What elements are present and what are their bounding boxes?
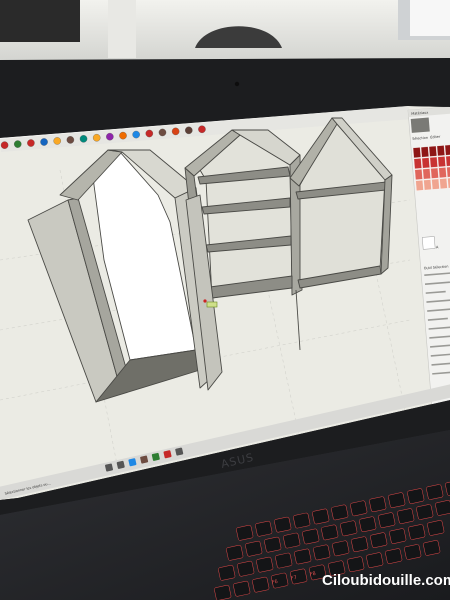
color-swatch[interactable] [430,167,439,179]
keyboard-key[interactable] [426,484,444,500]
keyboard-key[interactable] [226,545,244,561]
middle-unit-back [199,134,293,299]
monitor-left [0,0,80,42]
keyboard-key[interactable] [423,540,441,556]
color-swatch[interactable] [428,145,437,157]
keyboard-key[interactable] [275,552,293,569]
keyboard-key[interactable] [321,524,339,541]
keyboard-key[interactable] [256,556,274,573]
photo-scene: ASUS F6F7F8 Fenêtres Aide [0,0,450,600]
color-swatch[interactable] [413,158,422,169]
keyboard-key[interactable] [397,508,415,524]
keyboard-key[interactable] [313,544,331,561]
keyboard-key[interactable] [385,548,403,564]
keyboard-key[interactable] [347,556,365,573]
webcam [234,81,240,87]
keyboard-key[interactable] [427,520,445,536]
color-swatch[interactable] [414,169,423,180]
keyboard-key[interactable] [366,552,384,568]
panel-tab-edit[interactable]: Éditer [430,134,441,140]
function-key-label: F7 [290,575,297,582]
keyboard-key[interactable] [302,528,320,545]
keyboard-key[interactable] [340,520,358,537]
keyboard-key[interactable] [331,504,349,521]
keyboard-key[interactable] [388,492,406,508]
function-key-label: F8 [309,571,316,578]
color-swatch[interactable] [415,180,424,191]
color-swatch[interactable] [412,147,421,159]
color-swatch[interactable] [423,179,432,191]
color-swatch[interactable] [431,178,440,190]
keyboard-key[interactable] [312,508,330,525]
keyboard-key[interactable] [404,544,422,560]
keyboard-key[interactable] [378,512,396,528]
color-swatch[interactable] [437,156,446,168]
keyboard-key[interactable] [255,520,273,537]
function-key-label: F6 [271,579,278,586]
keyboard-key[interactable] [408,524,426,540]
keyboard-key[interactable] [245,540,263,557]
keyboard-key[interactable] [233,580,251,597]
color-swatch[interactable] [421,157,430,169]
keyboard-key[interactable] [369,496,387,513]
color-swatch[interactable] [445,155,450,167]
color-swatch[interactable] [438,167,447,179]
keyboard-key[interactable] [294,548,312,565]
color-swatch[interactable] [436,145,445,157]
keyboard-key[interactable] [350,500,368,517]
keyboard-key[interactable] [274,516,292,533]
color-swatch[interactable] [439,178,448,189]
keyboard-key[interactable] [370,532,388,548]
keyboard-key[interactable] [236,525,254,541]
material-preview [410,117,430,133]
keyboard-key[interactable] [416,504,434,520]
color-swatch[interactable] [422,168,431,180]
keyboard-key[interactable] [293,512,311,529]
color-swatch[interactable] [420,146,429,158]
keyboard-key[interactable] [237,560,255,577]
white-pillar [108,0,136,58]
watermark-text: Ciloubidouille.com [322,572,450,589]
color-swatch[interactable] [429,156,438,168]
preview-box [422,236,436,250]
keyboard-key[interactable] [252,576,270,593]
color-swatch[interactable] [444,144,450,156]
keyboard-key[interactable] [332,540,350,557]
keyboard-key[interactable] [351,536,369,553]
keyboard-key[interactable] [389,528,407,544]
keyboard-key[interactable] [407,488,425,504]
keyboard-key[interactable] [218,565,236,581]
keyboard-key[interactable] [359,516,377,533]
keyboard-key[interactable] [283,532,301,549]
keyboard-key[interactable] [264,536,282,553]
